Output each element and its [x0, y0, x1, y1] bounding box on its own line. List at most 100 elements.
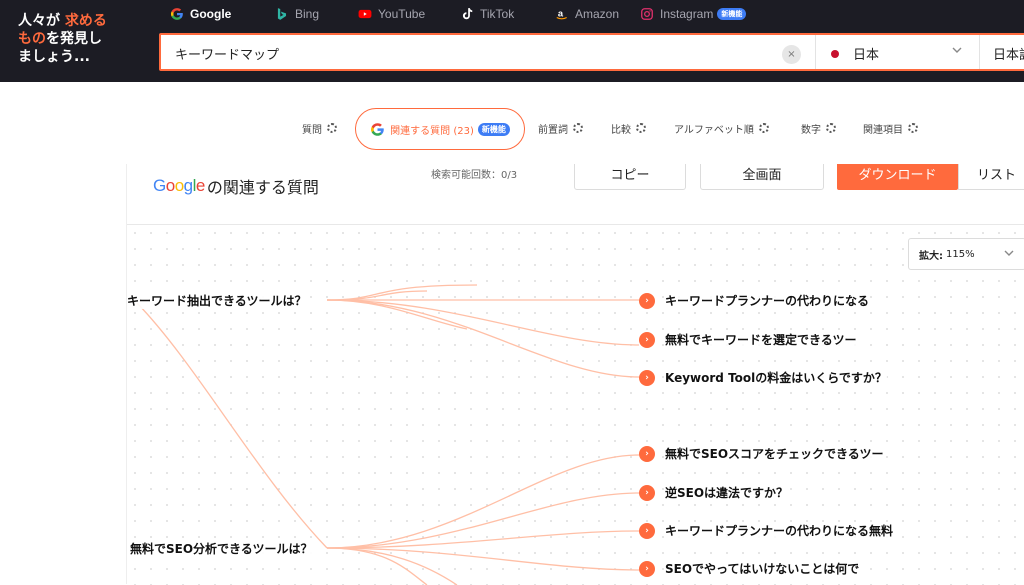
tab-label: YouTube	[378, 7, 426, 21]
fullscreen-button[interactable]: 全画面	[700, 164, 824, 190]
button-label: 全画面	[742, 167, 782, 183]
leaf-label: Keyword Toolの料金はいくらですか？	[665, 369, 887, 386]
filter-prepositions[interactable]: 前置詞	[538, 116, 583, 140]
google-icon	[170, 8, 183, 20]
mind-map-leaf[interactable]: › 逆SEOは違法ですか？	[639, 484, 789, 501]
mind-map-leaf[interactable]: › 無料でキーワードを選定できるツー	[639, 331, 857, 348]
chevron-right-icon: ›	[639, 560, 655, 577]
tab-label: Instagram	[660, 7, 714, 21]
download-button[interactable]: ダウンロード	[837, 164, 958, 190]
filter-label: 数字	[801, 124, 821, 136]
amazon-icon: a	[556, 8, 567, 20]
chevron-right-icon: ›	[639, 445, 655, 462]
loading-icon	[573, 123, 583, 133]
tab-label: Amazon	[575, 7, 620, 21]
branch-line	[326, 299, 640, 378]
google-wordmark: Google	[153, 176, 205, 195]
tiktok-icon	[462, 8, 473, 20]
tab-google[interactable]: Google	[170, 4, 231, 24]
leaf-label: キーワードプランナーの代わりになる無料	[665, 522, 894, 539]
loading-icon	[327, 123, 337, 133]
filter-alphabetical[interactable]: アルファベット順	[674, 116, 769, 140]
chevron-down-icon[interactable]	[951, 44, 963, 59]
mind-map-root-node[interactable]: 無料でSEO分析できるツールは？	[130, 540, 313, 557]
branch-line	[326, 454, 640, 549]
button-label: リスト	[977, 167, 1017, 183]
chevron-right-icon: ›	[639, 292, 655, 309]
tab-tiktok[interactable]: TikTok	[460, 4, 514, 24]
zoom-label: 拡大:	[919, 250, 943, 262]
branch-line	[326, 299, 640, 346]
japan-flag-icon	[831, 49, 839, 58]
card-header: Google の関連する質問 検索可能回数：0/3 コピー 全画面 ダウンロード…	[127, 164, 1024, 225]
leaf-label: 無料でキーワードを選定できるツー	[665, 331, 857, 348]
divider	[979, 35, 980, 69]
divider	[815, 35, 816, 69]
filter-label: 質問	[302, 124, 322, 136]
mind-map-leaf[interactable]: › SEOでやってはいけないことは何で	[639, 560, 860, 577]
filter-numbers[interactable]: 数字	[801, 116, 836, 140]
leaf-label: 無料でSEOスコアをチェックできるツー	[665, 445, 884, 462]
mind-map-root-node[interactable]: キーワード抽出できるツールは？	[127, 292, 307, 309]
filter-related-terms[interactable]: 関連項目	[863, 116, 918, 140]
new-badge: 新機能	[477, 122, 510, 136]
mind-map-leaf[interactable]: › キーワードプランナーの代わりになる無料	[639, 522, 894, 539]
logo-text: 人々が	[18, 13, 60, 29]
leaf-label: キーワードプランナーの代わりになる	[665, 292, 870, 309]
clear-icon[interactable]: ×	[782, 45, 801, 64]
button-label: ダウンロード	[858, 167, 937, 183]
chevron-down-icon	[1003, 247, 1015, 262]
filter-tabs: 質問 関連する質問 (23) 新機能 前置詞 比較 アルファベット順 数字 関連…	[0, 106, 1024, 150]
branch-line	[326, 492, 640, 549]
branch-line	[136, 302, 328, 549]
youtube-icon	[358, 9, 372, 19]
results-card: Google の関連する質問 検索可能回数：0/3 コピー 全画面 ダウンロード…	[126, 164, 1024, 585]
filter-label: 比較	[611, 124, 631, 136]
filter-related-questions[interactable]: 関連する質問 (23) 新機能	[355, 108, 525, 150]
leaf-label: SEOでやってはいけないことは何で	[665, 560, 860, 577]
logo-text-accent: 求める	[64, 13, 107, 29]
filter-label: アルファベット順	[674, 124, 754, 136]
mind-map-leaf[interactable]: › 無料でSEOスコアをチェックできるツー	[639, 445, 884, 462]
mind-map-leaf[interactable]: › Keyword Toolの料金はいくらですか？	[639, 369, 887, 386]
tab-youtube[interactable]: YouTube	[358, 4, 425, 24]
language-select[interactable]: 日本語	[993, 44, 1024, 63]
button-label: コピー	[610, 167, 650, 183]
loading-icon	[908, 123, 918, 133]
card-title: Google の関連する質問	[153, 174, 319, 198]
branch-line	[326, 547, 428, 585]
search-bar: × 日本 日本語	[159, 33, 1024, 71]
card-title-text: の関連する質問	[206, 178, 319, 197]
branch-line	[326, 547, 640, 571]
chevron-right-icon: ›	[639, 331, 655, 348]
tab-amazon[interactable]: a Amazon	[555, 4, 619, 24]
filter-label: 関連する質問 (23)	[390, 125, 474, 137]
loading-icon	[636, 123, 646, 133]
mind-map-canvas[interactable]: 拡大: 115% キーワード抽出できるツールは？ 無料でSEO分析できるツールは？…	[127, 225, 1024, 585]
app-logo[interactable]: 人々が 求める ものを発見し ましょう...	[18, 12, 138, 66]
copy-button[interactable]: コピー	[574, 164, 686, 190]
logo-text: ましょう...	[18, 49, 90, 65]
filter-questions[interactable]: 質問	[302, 116, 337, 140]
list-view-button[interactable]: リスト	[958, 164, 1024, 190]
search-count-text: 検索可能回数：0/3	[431, 170, 518, 181]
loading-icon	[826, 123, 836, 133]
tab-instagram[interactable]: Instagram 新機能	[640, 4, 747, 24]
search-input[interactable]	[175, 43, 755, 63]
zoom-select[interactable]: 拡大: 115%	[908, 238, 1024, 270]
chevron-right-icon: ›	[639, 369, 655, 386]
logo-text-accent: もの	[18, 31, 46, 47]
svg-text:a: a	[558, 8, 564, 18]
country-select[interactable]: 日本	[831, 44, 879, 63]
instagram-icon	[641, 8, 653, 20]
filter-comparisons[interactable]: 比較	[611, 116, 646, 140]
google-icon	[371, 122, 384, 136]
new-badge: 新機能	[717, 8, 747, 20]
mind-map-leaf[interactable]: › キーワードプランナーの代わりになる	[639, 292, 870, 309]
chevron-right-icon: ›	[639, 484, 655, 501]
tab-label: TikTok	[480, 7, 515, 21]
tab-bing[interactable]: Bing	[275, 4, 319, 24]
top-bar: 人々が 求める ものを発見し ましょう... Google Bing YouTu…	[0, 0, 1024, 82]
bing-icon	[277, 8, 287, 20]
filter-label: 関連項目	[863, 124, 903, 136]
